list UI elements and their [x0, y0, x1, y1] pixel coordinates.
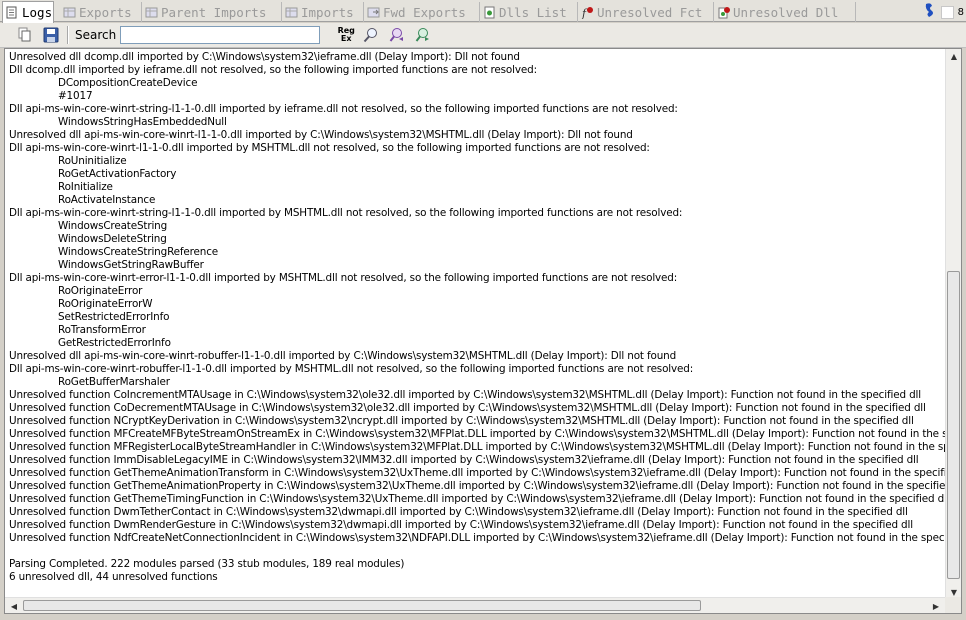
log-line-function: RoInitialize: [58, 181, 113, 193]
unresolved-dll-icon: [716, 5, 730, 19]
tab-imports[interactable]: Imports: [282, 2, 364, 22]
log-line: Unresolved dll api-ms-win-core-winrt-l1-…: [9, 129, 633, 141]
log-line-function: RoActivateInstance: [58, 194, 156, 206]
tab-page-indicator: 8: [957, 6, 964, 18]
log-line: Dll api-ms-win-core-winrt-robuffer-l1-1-…: [9, 363, 694, 375]
imports-icon: [284, 5, 298, 19]
tab-logs[interactable]: Logs: [2, 1, 54, 23]
copy-icon: [18, 27, 31, 42]
tab-label: Logs: [22, 5, 53, 20]
tab-exports[interactable]: Exports: [60, 2, 142, 22]
log-line: Unresolved function GetThemeTimingFuncti…: [9, 493, 945, 505]
log-line-function: WindowsCreateString: [58, 220, 168, 232]
copy-button[interactable]: [14, 24, 36, 46]
log-line-function: SetRestrictedErrorInfo: [58, 311, 170, 323]
svg-text:f: f: [581, 7, 588, 19]
scrollbar-corner: [945, 597, 961, 613]
log-line-function: WindowsCreateStringReference: [58, 246, 219, 258]
tab-fwd-exports[interactable]: Fwd Exports: [364, 2, 480, 22]
unresolved-fct-icon: f: [580, 5, 594, 19]
log-line: Unresolved function NCryptKeyDerivation …: [9, 415, 914, 427]
log-line: Unresolved function CoIncrementMTAUsage …: [9, 389, 921, 401]
log-line-function: DCompositionCreateDevice: [58, 77, 198, 89]
save-button[interactable]: [40, 24, 62, 46]
log-line: Dll dcomp.dll imported by ieframe.dll no…: [9, 64, 537, 76]
tab-label: Unresolved Dll: [733, 4, 839, 20]
dlls-list-icon: [482, 5, 496, 19]
tab-label: Unresolved Fct: [597, 4, 703, 20]
log-line-function: WindowsDeleteString: [58, 233, 167, 245]
log-line-function: RoOriginateErrorW: [58, 298, 153, 310]
log-line-function: RoTransformError: [58, 324, 146, 336]
log-line-function: #1017: [58, 90, 93, 102]
tab-label: Exports: [79, 4, 132, 20]
log-text[interactable]: Unresolved dll dcomp.dll imported by C:\…: [9, 51, 945, 597]
log-line: Unresolved function MFCreateMFByteStream…: [9, 428, 945, 440]
horizontal-scrollbar[interactable]: ◀ ▶: [5, 597, 945, 613]
magnifier-icon: [363, 28, 378, 43]
tab-unresolved-dll[interactable]: Unresolved Dll: [714, 2, 856, 22]
find-previous-button[interactable]: [386, 24, 408, 46]
log-line-function: RoGetActivationFactory: [58, 168, 177, 180]
log-line-function: RoOriginateError: [58, 285, 143, 297]
find-previous-icon: [389, 28, 404, 42]
logs-icon: [5, 6, 19, 20]
log-line: Unresolved function DwmRenderGesture in …: [9, 519, 913, 531]
log-line: Unresolved function GetThemeAnimationPro…: [9, 480, 945, 492]
tab-label: Dlls List: [499, 4, 567, 20]
tab-label: Fwd Exports: [383, 4, 466, 20]
tab-scroll-button[interactable]: [940, 5, 954, 19]
tab-strip: Logs Exports Parent Imports Imports Fwd …: [0, 0, 966, 23]
log-line-function: RoGetBufferMarshaler: [58, 376, 170, 388]
scroll-right-icon[interactable]: ▶: [929, 599, 943, 613]
log-line-function: RoUninitialize: [58, 155, 127, 167]
log-line: Unresolved function NdfCreateNetConnecti…: [9, 532, 945, 544]
search-input[interactable]: [120, 26, 321, 44]
log-line: Dll api-ms-win-core-winrt-string-l1-1-0.…: [9, 103, 678, 115]
log-line: Unresolved dll dcomp.dll imported by C:\…: [9, 51, 520, 63]
tab-label: Imports: [301, 4, 354, 20]
find-next-button[interactable]: [412, 24, 434, 46]
horizontal-scroll-thumb[interactable]: [23, 600, 701, 611]
log-line: Unresolved function ImmDisableLegacyIME …: [9, 454, 919, 466]
find-next-icon: [415, 28, 430, 42]
log-line: Unresolved function GetThemeAnimationTra…: [9, 467, 945, 479]
log-panel[interactable]: Unresolved dll dcomp.dll imported by C:\…: [4, 48, 962, 614]
log-line: 6 unresolved dll, 44 unresolved function…: [9, 571, 218, 583]
log-line-function: WindowsStringHasEmbeddedNull: [58, 116, 227, 128]
scroll-left-icon[interactable]: ◀: [7, 599, 21, 613]
toolbar-separator: [67, 26, 68, 44]
search-label: Search: [75, 28, 117, 42]
log-line: Unresolved function MFRegisterLocalByteS…: [9, 441, 945, 453]
exports-icon: [62, 5, 76, 19]
regex-label-line2: Ex: [340, 34, 352, 43]
log-line: Dll api-ms-win-core-winrt-string-l1-1-0.…: [9, 207, 683, 219]
parent-imports-icon: [144, 5, 158, 19]
app-icon[interactable]: [923, 2, 937, 22]
log-line: Unresolved function DwmTetherContact in …: [9, 506, 908, 518]
tab-dlls-list[interactable]: Dlls List: [480, 2, 578, 22]
find-button[interactable]: [360, 24, 382, 46]
regex-toggle-button[interactable]: Reg Ex: [334, 24, 358, 46]
toolbar: Search Reg Ex: [0, 23, 966, 48]
log-line: Dll api-ms-win-core-winrt-l1-1-0.dll imp…: [9, 142, 650, 154]
tab-unresolved-fct[interactable]: f Unresolved Fct: [578, 2, 714, 22]
log-line: Unresolved dll api-ms-win-core-winrt-rob…: [9, 350, 677, 362]
log-line: Dll api-ms-win-core-winrt-error-l1-1-0.d…: [9, 272, 678, 284]
save-icon: [43, 27, 59, 43]
tab-label: Parent Imports: [161, 4, 267, 20]
log-line-function: WindowsGetStringRawBuffer: [58, 259, 204, 271]
log-line: Parsing Completed. 222 modules parsed (3…: [9, 558, 405, 570]
vertical-scroll-thumb[interactable]: [947, 271, 960, 579]
vertical-scrollbar[interactable]: ▲ ▼: [945, 49, 961, 599]
scroll-up-icon[interactable]: ▲: [947, 49, 961, 63]
fwd-exports-icon: [366, 5, 380, 19]
log-line: Unresolved function CoDecrementMTAUsage …: [9, 402, 926, 414]
tab-parent-imports[interactable]: Parent Imports: [142, 2, 282, 22]
tab-strip-controls: 8: [923, 2, 966, 22]
log-line-function: GetRestrictedErrorInfo: [58, 337, 171, 349]
